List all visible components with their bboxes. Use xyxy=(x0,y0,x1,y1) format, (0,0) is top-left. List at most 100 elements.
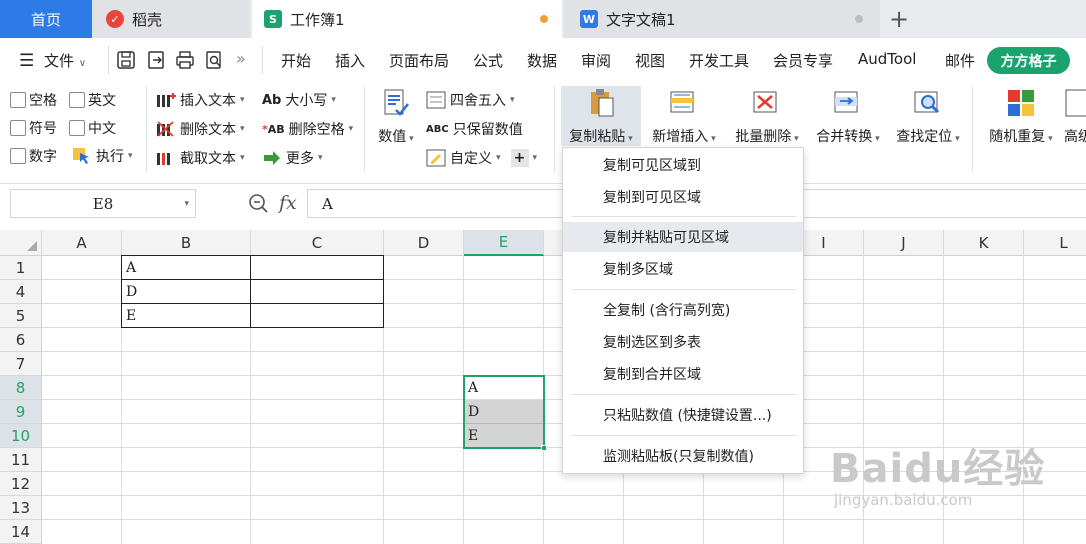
col-header-a[interactable]: A xyxy=(42,230,122,256)
export-icon[interactable] xyxy=(146,50,166,70)
row-header-12[interactable]: 12 xyxy=(0,472,42,496)
col-header-c[interactable]: C xyxy=(251,230,384,256)
ribbon-divider xyxy=(146,86,147,172)
menu-view[interactable]: 视图 xyxy=(635,50,665,71)
menu-developer[interactable]: 开发工具 xyxy=(689,50,749,71)
menu-formula[interactable]: 公式 xyxy=(473,50,503,71)
batch-delete-button[interactable]: 批量删除 ▾ xyxy=(727,86,807,146)
add-icon[interactable]: + xyxy=(510,149,529,167)
menu-data[interactable]: 数据 xyxy=(527,50,557,71)
more-chevron-icon[interactable]: » xyxy=(236,49,246,68)
menu-file[interactable]: 文件 ∨ xyxy=(44,50,86,71)
delete-text-button[interactable]: 删除文本 ▾ xyxy=(156,119,245,139)
insert-text-icon xyxy=(157,93,176,107)
check-chinese[interactable]: 中文 xyxy=(69,118,116,138)
tab-workbook[interactable]: S 工作簿1 xyxy=(252,0,562,38)
insert-text-button[interactable]: 插入文本 ▾ xyxy=(156,90,245,110)
tab-daoke[interactable]: ✓ 稻壳 xyxy=(92,0,250,38)
execute-button[interactable]: 执行 ▾ xyxy=(72,146,133,166)
menu-copy-to-merged[interactable]: 复制到合并区域 xyxy=(563,359,803,389)
check-space[interactable]: 空格 xyxy=(10,90,57,110)
col-header-e[interactable]: E xyxy=(464,230,544,256)
menu-divider-2 xyxy=(262,46,263,74)
menu-copy-paste-visible[interactable]: 复制并粘贴可见区域 xyxy=(563,222,803,252)
dropdown-separator xyxy=(571,216,797,217)
row-header-13[interactable]: 13 xyxy=(0,496,42,520)
new-tab-icon[interactable]: + xyxy=(889,5,909,33)
menu-copy-to-visible[interactable]: 复制到可见区域 xyxy=(563,182,803,212)
add-insert-icon xyxy=(670,91,694,113)
select-all-corner[interactable] xyxy=(0,230,42,256)
batch-delete-icon xyxy=(753,91,777,113)
tab-document[interactable]: W 文字文稿1 xyxy=(564,0,880,38)
menu-mail[interactable]: 邮件 xyxy=(945,50,975,71)
name-box[interactable]: E8 ▾ xyxy=(10,189,196,218)
menu-member[interactable]: 会员专享 xyxy=(773,50,833,71)
find-locate-button[interactable]: 查找定位 ▾ xyxy=(888,86,968,146)
row-header-6[interactable]: 6 xyxy=(0,328,42,352)
custom-button[interactable]: 自定义 ▾ + ▾ xyxy=(426,148,537,168)
save-icon[interactable] xyxy=(116,50,136,70)
ribbon-divider xyxy=(554,86,555,172)
menu-fangfang[interactable]: 方方格子 xyxy=(987,47,1070,74)
case-button[interactable]: Ab 大小写 ▾ xyxy=(262,90,336,110)
dropdown-separator xyxy=(571,289,797,290)
extract-text-button[interactable]: 截取文本 ▾ xyxy=(156,148,245,168)
merge-convert-icon xyxy=(834,91,858,113)
col-header-k[interactable]: K xyxy=(944,230,1024,256)
hamburger-icon[interactable]: ☰ xyxy=(19,51,34,71)
check-symbol[interactable]: 符号 xyxy=(10,118,57,138)
more-button[interactable]: 更多 ▾ xyxy=(262,148,323,168)
row-header-1[interactable]: 1 xyxy=(0,256,42,280)
row-header-11[interactable]: 11 xyxy=(0,448,42,472)
delete-space-button[interactable]: *AB 删除空格 ▾ xyxy=(262,119,353,139)
value-button[interactable]: 数值 ▾ xyxy=(374,86,418,146)
zoom-icon[interactable] xyxy=(248,193,270,215)
menu-full-copy[interactable]: 全复制 (含行高列宽) xyxy=(563,295,803,325)
row-header-14[interactable]: 14 xyxy=(0,520,42,544)
advanced-button[interactable]: 高级 xyxy=(1064,86,1086,146)
check-english[interactable]: 英文 xyxy=(69,90,116,110)
menu-copy-visible-to[interactable]: 复制可见区域到 xyxy=(563,150,803,180)
col-header-l[interactable]: L xyxy=(1024,230,1086,256)
unsaved-dot-icon xyxy=(540,15,548,23)
row-header-7[interactable]: 7 xyxy=(0,352,42,376)
menu-copy-multi-area[interactable]: 复制多区域 xyxy=(563,254,803,284)
row-header-10[interactable]: 10 xyxy=(0,424,42,448)
cell-b4[interactable]: D xyxy=(122,280,250,303)
row-header-9[interactable]: 9 xyxy=(0,400,42,424)
fx-icon[interactable]: fx xyxy=(279,192,297,214)
copy-paste-button[interactable]: 复制粘贴 ▾ xyxy=(561,86,641,146)
col-header-j[interactable]: J xyxy=(864,230,944,256)
menu-start[interactable]: 开始 xyxy=(281,50,311,71)
execute-icon xyxy=(73,148,89,164)
menu-review[interactable]: 审阅 xyxy=(581,50,611,71)
print-icon[interactable] xyxy=(175,50,195,70)
menu-paste-values-only[interactable]: 只粘贴数值 (快捷键设置...) xyxy=(563,400,803,430)
menu-audtool[interactable]: AudTool xyxy=(858,50,916,68)
cell-b5[interactable]: E xyxy=(122,304,250,327)
col-header-b[interactable]: B xyxy=(122,230,251,256)
menu-page-layout[interactable]: 页面布局 xyxy=(389,50,449,71)
watermark-url: jingyan.baidu.com xyxy=(834,491,973,509)
row-header-8[interactable]: 8 xyxy=(0,376,42,400)
menu-insert[interactable]: 插入 xyxy=(335,50,365,71)
col-header-d[interactable]: D xyxy=(384,230,464,256)
merge-convert-button[interactable]: 合并转换 ▾ xyxy=(808,86,888,146)
cell-b1[interactable]: A xyxy=(122,256,250,279)
tab-document-label: 文字文稿1 xyxy=(606,10,676,29)
row-header-4[interactable]: 4 xyxy=(0,280,42,304)
random-repeat-button[interactable]: 随机重复 ▾ xyxy=(980,86,1062,146)
menu-copy-to-sheets[interactable]: 复制选区到多表 xyxy=(563,327,803,357)
tab-home[interactable]: 首页 xyxy=(0,0,92,38)
print-preview-icon[interactable] xyxy=(204,50,224,70)
row-header-5[interactable]: 5 xyxy=(0,304,42,328)
add-insert-button[interactable]: 新增插入 ▾ xyxy=(644,86,724,146)
check-number[interactable]: 数字 xyxy=(10,146,57,166)
table-line xyxy=(250,255,251,328)
gridline xyxy=(42,519,1086,520)
round-button[interactable]: 四舍五入 ▾ xyxy=(426,90,515,110)
keep-value-button[interactable]: ABC 只保留数值 xyxy=(426,119,523,139)
menu-monitor-clipboard[interactable]: 监测粘贴板(只复制数值) xyxy=(563,441,803,471)
fill-handle[interactable] xyxy=(541,445,547,451)
